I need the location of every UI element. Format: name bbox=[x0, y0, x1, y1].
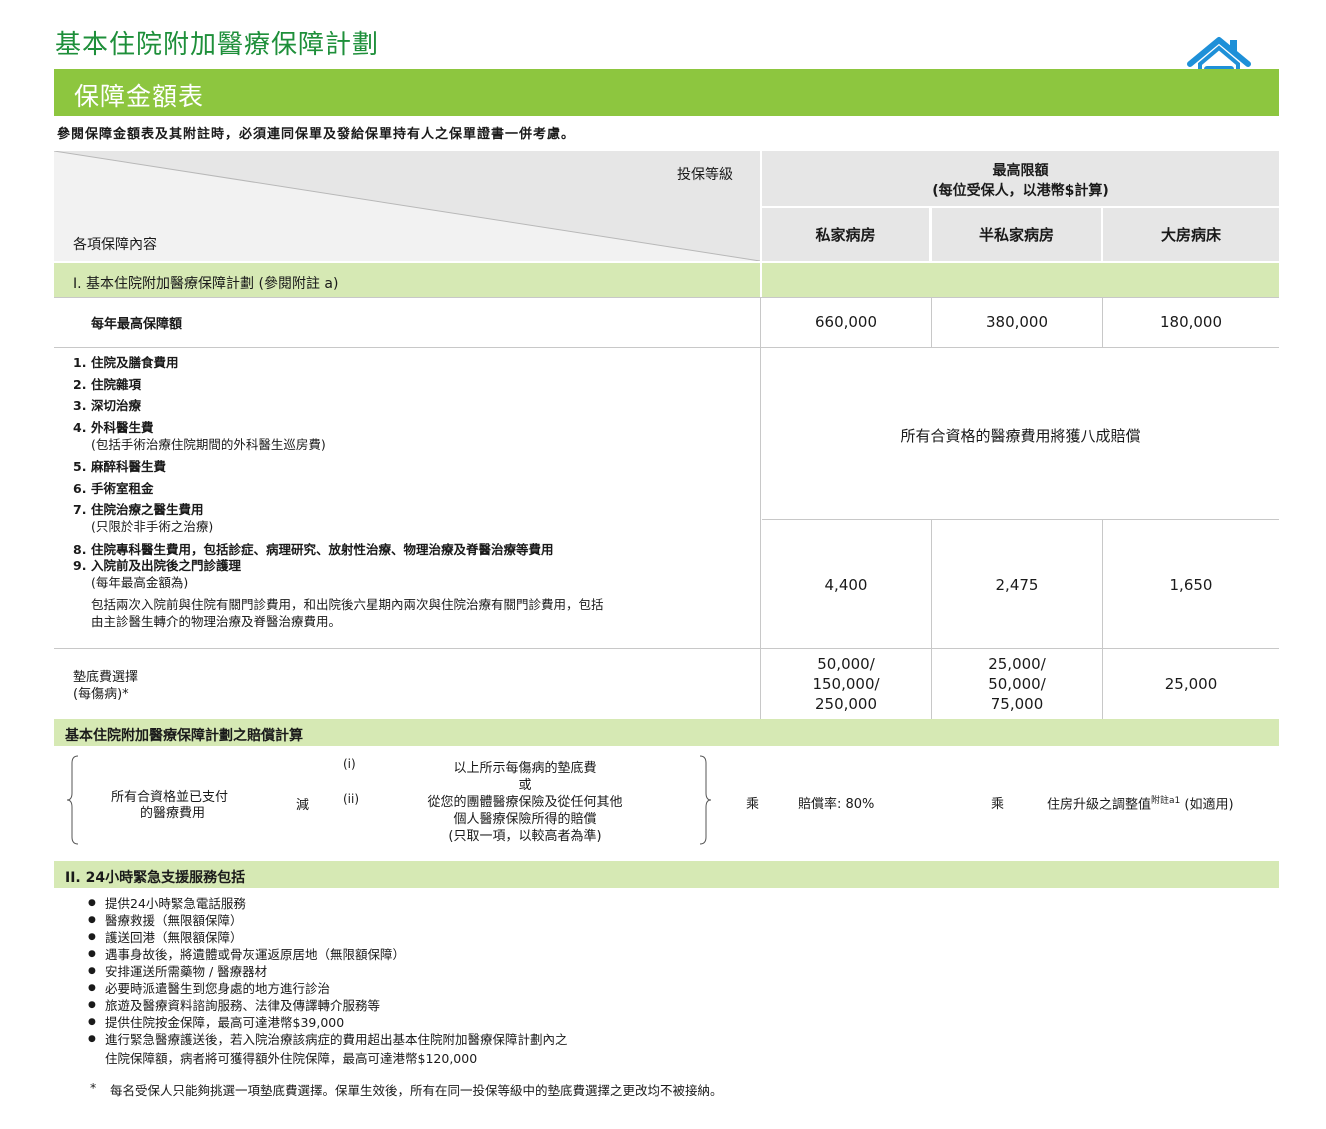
option-ii-line3: (只取一項，以較高者為準) bbox=[448, 829, 602, 844]
footnote: 每名受保人只能夠挑選一項墊底費選擇。保單生效後，所有在同一投保等級中的墊底費選擇… bbox=[110, 1083, 723, 1098]
left-brace bbox=[66, 755, 79, 845]
reimbursement-rate: 賠償率: 80% bbox=[798, 797, 875, 812]
deductible-semi-private: 25,000/ 50,000/ 75,000 bbox=[988, 655, 1046, 713]
section1-divider bbox=[760, 263, 762, 297]
col-label-semi-private: 半私家病房 bbox=[978, 226, 1054, 244]
calc-title: 基本住院附加醫療保障計劃之賠償計算 bbox=[65, 728, 303, 744]
service-item-continued: 住院保障額，病者將可獲得額外住院保障，最高可達港幣$120,000 bbox=[105, 1051, 478, 1066]
annual-max-semi-private: 380,000 bbox=[985, 313, 1049, 331]
plan-level-label: 投保等級 bbox=[677, 167, 733, 183]
deductible-ward: 25,000 bbox=[1164, 675, 1218, 693]
outpatient-private: 4,400 bbox=[824, 575, 868, 594]
eligible-expenses-line2: 的醫療費用 bbox=[140, 806, 206, 821]
vline-col3-top bbox=[1102, 297, 1103, 348]
section-banner: 保障金額表 bbox=[54, 69, 1279, 116]
col-label-ward: 大房病床 bbox=[1160, 226, 1221, 244]
max-limit-title: 最高限額 bbox=[992, 163, 1049, 179]
hline-header-top bbox=[54, 297, 1279, 298]
col-label-private: 私家病房 bbox=[815, 226, 876, 244]
minus-label: 減 bbox=[296, 798, 310, 813]
header-diagonal bbox=[54, 151, 760, 261]
deductible-private: 50,000/ 150,000/ 250,000 bbox=[812, 655, 880, 713]
vline-col2-bottom bbox=[931, 519, 932, 719]
option-ii-label: (ii) bbox=[343, 792, 360, 806]
intro-note: 參閱保障金額表及其附註時，必須連同保單及發給保單持有人之保單證書一併考慮。 bbox=[57, 127, 576, 142]
benefit-items-label: 各項保障內容 bbox=[73, 237, 157, 253]
annual-max-ward: 180,000 bbox=[1159, 313, 1223, 331]
right-brace bbox=[699, 755, 712, 845]
section1-title: I. 基本住院附加醫療保障計劃 (參閱附註 a) bbox=[73, 276, 339, 292]
multiply-label-2: 乘 bbox=[991, 797, 1005, 812]
section2-title: II. 24小時緊急支援服務包括 bbox=[65, 870, 246, 886]
page-title: 基本住院附加醫療保障計劃 bbox=[55, 30, 380, 60]
annual-max-label: 每年最高保障額 bbox=[91, 317, 183, 332]
outpatient-semi-private: 2,475 bbox=[995, 575, 1039, 594]
outpatient-ward: 1,650 bbox=[1169, 575, 1213, 594]
upgrade-adjustment: 住房升級之調整值附註a1 (如適用) bbox=[1047, 796, 1234, 813]
reimbursement-note: 所有合資格的醫療費用將獲八成賠償 bbox=[900, 426, 1141, 445]
multiply-label-1: 乘 bbox=[746, 797, 760, 812]
banner-title: 保障金額表 bbox=[74, 82, 205, 111]
hline-outpatient-bottom bbox=[54, 648, 1279, 649]
option-i-label: (i) bbox=[343, 757, 356, 771]
footnote-mark: * bbox=[90, 1080, 97, 1095]
hline-annual-bottom bbox=[54, 347, 1279, 348]
deductible-sublabel: (每傷病)* bbox=[73, 687, 129, 702]
vline-col3-bottom bbox=[1102, 519, 1103, 719]
vline-main bbox=[760, 297, 761, 719]
annual-max-private: 660,000 bbox=[814, 313, 878, 331]
hline-reimburse-bottom bbox=[762, 519, 1279, 520]
vline-col2-top bbox=[931, 297, 932, 348]
max-limit-subtitle: (每位受保人，以港幣$計算) bbox=[932, 183, 1109, 199]
